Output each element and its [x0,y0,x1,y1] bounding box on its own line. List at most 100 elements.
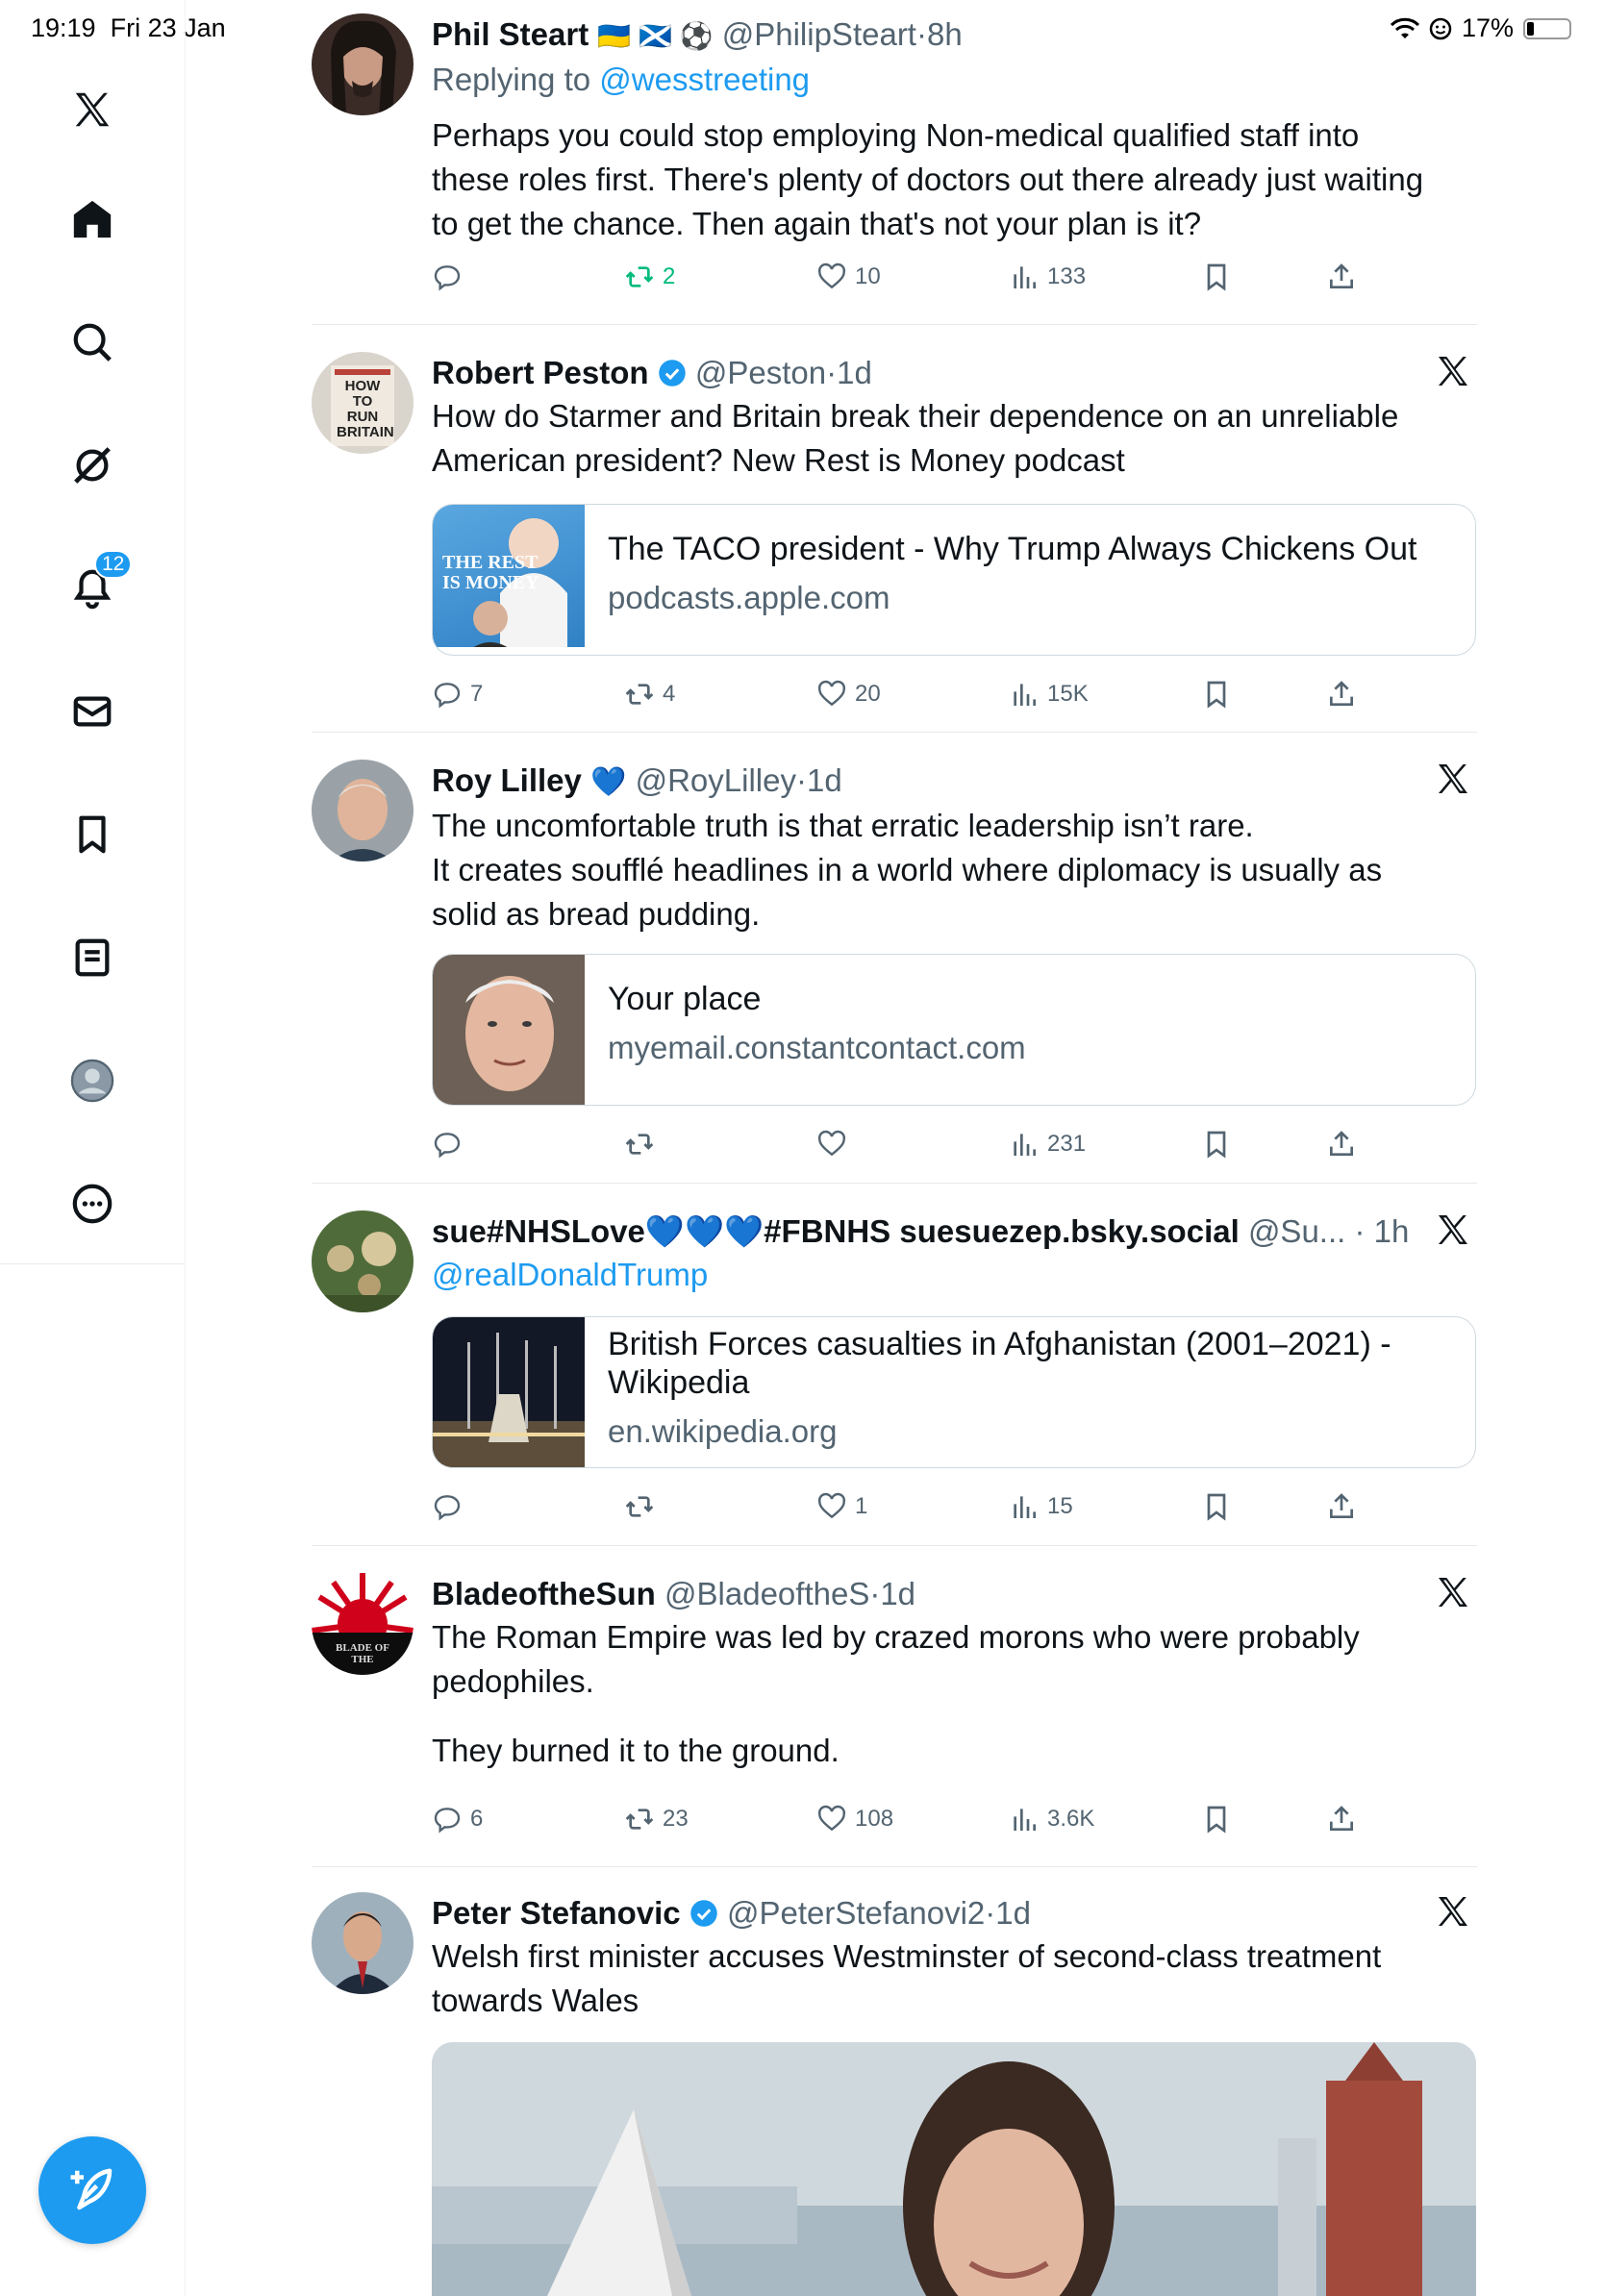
reply-mention-link[interactable]: @wesstreeting [599,62,810,97]
tweet[interactable]: Phil Steart 🇺🇦 🏴󠁧󠁢󠁳󠁣󠁴󠁿 ⚽ @PhilipSteart·8… [312,13,1477,321]
lists-icon[interactable] [50,915,135,1000]
retweet-button[interactable]: 4 [624,679,675,710]
more-icon[interactable] [50,1161,135,1246]
bookmarks-icon[interactable] [50,792,135,877]
author-name[interactable]: Robert Peston [432,355,649,390]
views-button[interactable]: 3.6K [1009,1804,1094,1834]
tweet-time[interactable]: 8h [927,16,963,52]
profile-icon[interactable] [50,1038,135,1123]
search-icon[interactable] [50,300,135,385]
retweet-button[interactable] [624,1129,663,1160]
avatar[interactable] [312,1210,414,1312]
bookmark-icon [1207,1131,1226,1159]
reply-button[interactable] [432,1491,470,1522]
link-card[interactable]: Your place myemail.constantcontact.com [432,954,1476,1106]
author-handle[interactable]: @PeterStefanovi2 [727,1895,985,1931]
reply-button[interactable]: 6 [432,1804,483,1834]
views-button[interactable]: 133 [1009,262,1086,292]
author-name[interactable]: Phil Steart [432,16,589,52]
share-button[interactable] [1326,1129,1357,1160]
x-logo-icon [1439,357,1467,386]
share-button[interactable] [1326,1804,1357,1834]
tweet[interactable]: Roy Lilley 💙 @RoyLilley·1d The uncomfort… [312,760,1477,1183]
like-button[interactable]: 10 [816,262,881,292]
retweet-button[interactable]: 2 [624,262,675,292]
blue-heart-emoji: 💙 [590,766,627,798]
bookmark-button[interactable] [1201,1804,1232,1834]
author-name[interactable]: BladeoftheSun [432,1576,656,1611]
avatar[interactable] [312,1892,414,1994]
tweet[interactable]: Peter Stefanovic @PeterStefanovi2·1d Wel… [312,1892,1477,2296]
mention-link[interactable]: @realDonaldTrump [432,1257,708,1292]
retweet-count: 2 [663,263,676,289]
share-button[interactable] [1326,679,1357,710]
tweet-text-line: Perhaps you could stop employing Non-med… [432,117,1360,153]
author-handle[interactable]: @RoyLilley [636,762,796,798]
reply-button[interactable] [432,1129,470,1160]
author-name[interactable]: Peter Stefanovic [432,1895,681,1931]
views-button[interactable]: 231 [1009,1129,1086,1160]
like-button[interactable]: 1 [816,1491,867,1522]
link-card[interactable]: British Forces casualties in Afghanistan… [432,1316,1476,1468]
card-thumbnail: THE REST IS MONEY [433,505,585,655]
grok-icon[interactable] [50,423,135,508]
author-name[interactable]: Roy Lilley [432,762,582,798]
retweet-button[interactable]: 23 [624,1804,689,1834]
link-card[interactable]: THE REST IS MONEY The TACO president - W… [432,504,1476,656]
messages-icon[interactable] [50,669,135,754]
tweet[interactable]: sue#NHSLove💙💙💙#FBNHS suesuezep.bsky.soci… [312,1210,1477,1537]
tweet-text-line: Welsh first minister accuses Westminster… [432,1938,1382,1974]
compose-button[interactable] [38,2136,146,2244]
sidebar-divider [0,1263,185,1264]
like-button[interactable] [816,1129,855,1160]
author-handle[interactable]: @BladeoftheS [664,1576,869,1611]
views-button[interactable]: 15K [1009,679,1089,710]
retweet-button[interactable] [624,1491,663,1522]
tweet-time[interactable]: 1h [1374,1213,1410,1249]
card-thumbnail [433,955,585,1105]
home-icon[interactable] [50,177,135,262]
tweet-content: Roy Lilley 💙 @RoyLilley·1d The uncomfort… [432,760,1476,1159]
avatar[interactable]: BLADE OF THE [312,1573,414,1675]
notifications-icon[interactable]: 12 [50,546,135,631]
tweet-image[interactable] [432,2042,1476,2296]
reply-button[interactable] [432,262,470,292]
tweet-time[interactable]: 1d [807,762,842,798]
tweet[interactable]: BLADE OF THE BladeoftheSun @BladeoftheS·… [312,1573,1477,1842]
bookmark-button[interactable] [1201,262,1232,292]
avatar[interactable] [312,760,414,861]
reply-icon [434,683,461,709]
tweet-content: Phil Steart 🇺🇦 🏴󠁧󠁢󠁳󠁣󠁴󠁿 ⚽ @PhilipSteart·8… [432,13,1476,291]
like-button[interactable]: 20 [816,679,881,710]
tweet-time[interactable]: 1d [880,1576,915,1611]
bookmark-button[interactable] [1201,679,1232,710]
share-button[interactable] [1326,1491,1357,1522]
tweet-divider [312,732,1477,733]
reply-button[interactable]: 7 [432,679,483,710]
bookmark-button[interactable] [1201,1129,1232,1160]
bookmark-button[interactable] [1201,1491,1232,1522]
views-icon [1014,1134,1036,1156]
tweet-text-line: pedophiles. [432,1663,594,1699]
avatar[interactable]: HOW TO RUN BRITAIN [312,352,414,454]
tweet-text: Perhaps you could stop employing Non-med… [432,113,1476,246]
notification-badge: 12 [94,550,133,579]
retweet-icon [625,684,654,705]
views-button[interactable]: 15 [1009,1491,1073,1522]
views-count: 3.6K [1047,1806,1095,1832]
tweet-time[interactable]: 1d [995,1895,1031,1931]
avatar-book-title: HOW TO RUN BRITAIN [337,378,394,440]
card-domain: en.wikipedia.org [608,1413,838,1449]
author-handle[interactable]: @Peston [695,355,826,390]
share-button[interactable] [1326,262,1357,292]
tweet[interactable]: HOW TO RUN BRITAIN Robert Peston @Peston… [312,352,1477,727]
tweet-time[interactable]: 1d [837,355,872,390]
like-button[interactable]: 108 [816,1804,893,1834]
avatar[interactable] [312,13,414,115]
author-handle[interactable]: @PhilipSteart [722,16,916,52]
retweet-count: 4 [663,681,676,707]
verified-badge-icon [690,1900,717,1927]
x-logo-icon[interactable] [50,67,135,152]
author-handle[interactable]: @Su... [1248,1213,1345,1249]
author-name[interactable]: sue#NHSLove💙💙💙#FBNHS suesuezep.bsky.soci… [432,1213,1240,1249]
